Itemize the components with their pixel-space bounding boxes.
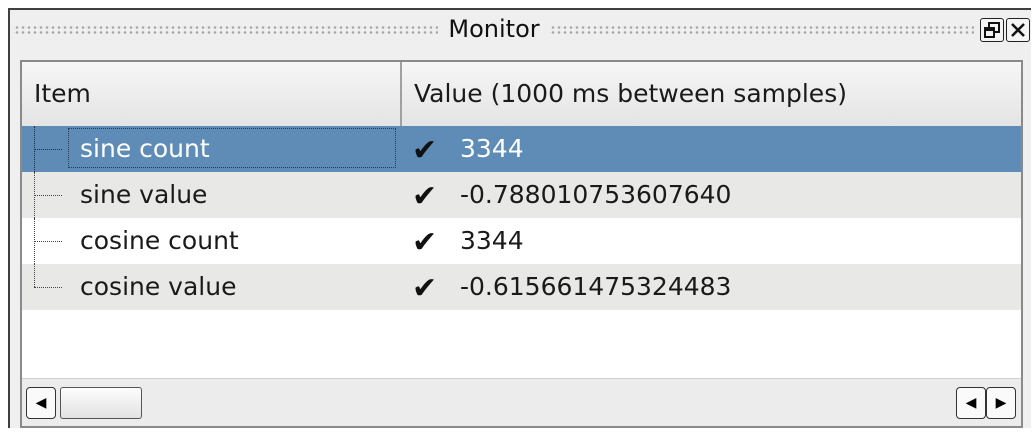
monitor-table: Item Value (1000 ms between samples) sin…: [20, 60, 1023, 428]
close-icon: [1011, 23, 1025, 37]
item-value: 3344: [460, 134, 524, 163]
item-value: -0.788010753607640: [460, 180, 732, 209]
close-button[interactable]: [1006, 18, 1030, 42]
scroll-left-button-right[interactable]: ◀: [956, 387, 986, 419]
checkmark-icon: ✔: [412, 225, 438, 260]
table-header: Item Value (1000 ms between samples): [22, 62, 1021, 127]
title-grip-right: [549, 25, 975, 35]
column-header-value[interactable]: Value (1000 ms between samples): [402, 62, 1021, 126]
title-bar[interactable]: Monitor: [14, 12, 975, 46]
scrollbar-thumb[interactable]: [60, 387, 142, 419]
tree-connector: [34, 172, 74, 218]
column-header-item[interactable]: Item: [22, 62, 400, 126]
title-grip-left: [14, 25, 439, 35]
checkmark-icon: ✔: [412, 133, 438, 168]
item-name: sine value: [80, 180, 208, 209]
arrow-left-icon: ◀: [35, 395, 47, 411]
float-window-icon: [984, 22, 1000, 38]
checkmark-icon: ✔: [412, 179, 438, 214]
arrow-left-icon: ◀: [965, 395, 977, 411]
horizontal-scrollbar[interactable]: ◀ ◀ ▶: [22, 378, 1021, 426]
item-name: cosine count: [80, 226, 239, 255]
scroll-right-button[interactable]: ▶: [986, 387, 1016, 419]
arrow-right-icon: ▶: [995, 395, 1007, 411]
tree-connector: [34, 218, 74, 264]
table-row[interactable]: cosine count ✔ 3344: [22, 218, 1021, 264]
float-button[interactable]: [980, 18, 1004, 42]
item-name: cosine value: [80, 272, 237, 301]
item-name: sine count: [80, 134, 210, 163]
item-value: -0.615661475324483: [460, 272, 732, 301]
tree-connector: [34, 264, 74, 310]
window-title: Monitor: [448, 15, 540, 43]
table-row[interactable]: cosine value ✔ -0.615661475324483: [22, 264, 1021, 310]
table-row[interactable]: sine count ✔ 3344: [22, 126, 1021, 172]
checkmark-icon: ✔: [412, 271, 438, 306]
table-row[interactable]: sine value ✔ -0.788010753607640: [22, 172, 1021, 218]
item-value: 3344: [460, 226, 524, 255]
scroll-left-button[interactable]: ◀: [26, 387, 56, 419]
